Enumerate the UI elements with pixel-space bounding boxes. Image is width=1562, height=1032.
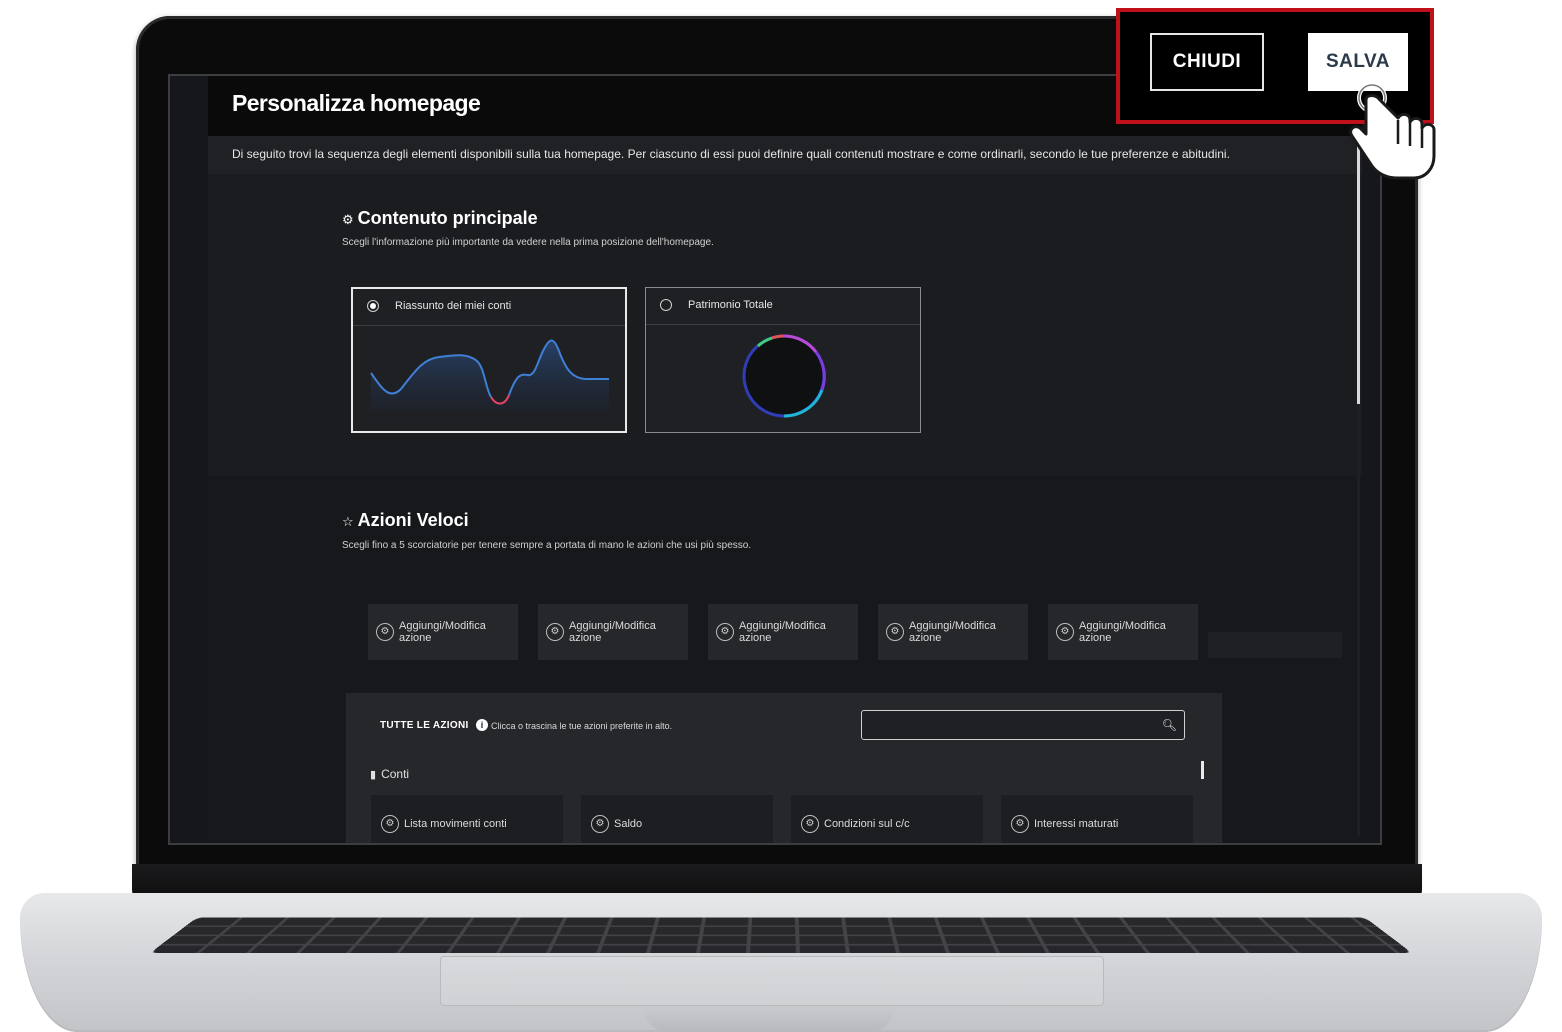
quick-action-label: Aggiungi/Modifica azione: [909, 620, 996, 644]
quick-action-label: Aggiungi/Modifica azione: [569, 620, 656, 644]
quick-action-slot[interactable]: ⚙ Aggiungi/Modifica azione: [708, 604, 858, 660]
radio-selected-icon[interactable]: [367, 300, 379, 312]
all-actions-hint: Clicca o trascina le tue azioni preferit…: [491, 721, 673, 731]
page-title: Personalizza homepage: [232, 90, 481, 116]
empty-slot-placeholder: [1208, 632, 1342, 658]
all-actions-panel: TUTTE LE AZIONI i Clicca o trascina le t…: [346, 693, 1222, 843]
panel-scrollbar[interactable]: [1201, 761, 1204, 779]
close-button[interactable]: CHIUDI: [1150, 33, 1264, 91]
main-content-title: ⚙ Contenuto principale: [342, 208, 538, 228]
main-content-section: ⚙ Contenuto principale Scegli l'informazi…: [208, 174, 1362, 476]
laptop-trackpad: [440, 956, 1104, 1006]
gear-icon: ⚙: [591, 815, 609, 833]
option-riassunto-conti[interactable]: Riassunto dei miei conti: [351, 287, 627, 433]
search-icon: 🔍︎: [1161, 718, 1177, 732]
wallet-icon: ▮: [370, 769, 377, 781]
action-item[interactable]: ⚙ Saldo: [581, 795, 773, 843]
all-actions-label: TUTTE LE AZIONI: [380, 720, 469, 731]
laptop-notch: [644, 1006, 894, 1032]
action-item[interactable]: ⚙ Lista movimenti conti: [371, 795, 563, 843]
info-icon: i: [476, 719, 488, 731]
quick-action-slot[interactable]: ⚙ Aggiungi/Modifica azione: [1048, 604, 1198, 660]
intro-banner: Di seguito trovi la sequenza degli eleme…: [208, 136, 1362, 174]
gear-icon: ⚙: [886, 623, 904, 641]
gear-icon: ⚙: [381, 815, 399, 833]
action-item[interactable]: ⚙ Condizioni sul c/c: [791, 795, 983, 843]
gear-icon: ⚙: [546, 623, 564, 641]
left-gutter: [170, 76, 208, 843]
gear-icon: ⚙: [376, 623, 394, 641]
group-label-conti: ▮ Conti: [370, 767, 410, 781]
radio-unselected-icon[interactable]: [660, 299, 672, 311]
gear-icon: ⚙: [801, 815, 819, 833]
action-label: Condizioni sul c/c: [824, 818, 910, 830]
option-header: Riassunto dei miei conti: [353, 289, 625, 326]
intro-text: Di seguito trovi la sequenza degli eleme…: [232, 147, 1230, 161]
gear-icon: ⚙: [342, 212, 354, 227]
hand-pointer-icon: [1349, 83, 1436, 180]
option-patrimonio-totale[interactable]: Patrimonio Totale: [645, 287, 921, 433]
donut-chart-icon: [742, 334, 826, 418]
quick-actions-title: ☆ Azioni Veloci: [342, 510, 469, 530]
app-screen: Personalizza homepage Di seguito trovi l…: [168, 74, 1382, 845]
star-icon: ☆: [342, 514, 354, 529]
gear-icon: ⚙: [716, 623, 734, 641]
gear-icon: ⚙: [1056, 623, 1074, 641]
action-label: Saldo: [614, 818, 643, 830]
accounts-line-chart-icon: [370, 339, 609, 411]
option-label: Patrimonio Totale: [688, 299, 773, 311]
main-content-subtitle: Scegli l'informazione più importante da …: [342, 237, 714, 248]
action-label: Interessi maturati: [1034, 818, 1119, 830]
quick-action-slot[interactable]: ⚙ Aggiungi/Modifica azione: [538, 604, 688, 660]
option-label: Riassunto dei miei conti: [395, 300, 512, 312]
quick-action-slot[interactable]: ⚙ Aggiungi/Modifica azione: [368, 604, 518, 660]
option-header: Patrimonio Totale: [646, 288, 920, 325]
quick-action-slot[interactable]: ⚙ Aggiungi/Modifica azione: [878, 604, 1028, 660]
gear-icon: ⚙: [1011, 815, 1029, 833]
search-input[interactable]: 🔍︎: [861, 710, 1185, 740]
quick-action-label: Aggiungi/Modifica azione: [1079, 620, 1166, 644]
quick-actions-subtitle: Scegli fino a 5 scorciatorie per tenere …: [342, 540, 752, 551]
quick-action-label: Aggiungi/Modifica azione: [399, 620, 486, 644]
quick-action-label: Aggiungi/Modifica azione: [739, 620, 826, 644]
action-label: Lista movimenti conti: [404, 818, 507, 830]
action-item[interactable]: ⚙ Interessi maturati: [1001, 795, 1193, 843]
laptop-keyboard: [150, 917, 1412, 953]
